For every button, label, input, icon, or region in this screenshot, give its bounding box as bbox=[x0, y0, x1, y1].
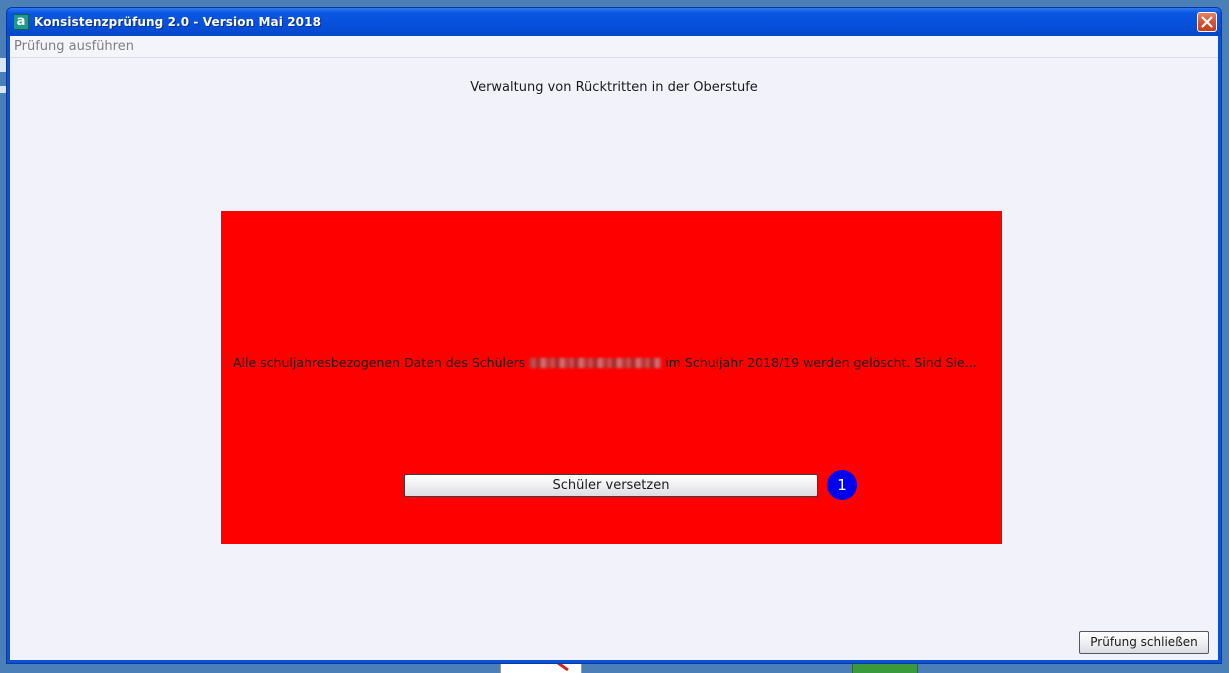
redacted-student-name bbox=[529, 358, 662, 368]
app-logo-icon: a bbox=[13, 14, 29, 30]
pruefung-schliessen-button[interactable]: Prüfung schließen bbox=[1079, 631, 1209, 654]
page-title: Verwaltung von Rücktritten in der Oberst… bbox=[470, 80, 758, 95]
warning-message: Alle schuljahresbezogenen Daten des Schü… bbox=[233, 355, 994, 370]
menu-item-pruefung-ausfuehren[interactable]: Prüfung ausführen bbox=[14, 39, 134, 54]
step-number-badge: 1 bbox=[827, 470, 857, 500]
app-window: a Konsistenzprüfung 2.0 - Version Mai 20… bbox=[6, 7, 1222, 664]
title-bar[interactable]: a Konsistenzprüfung 2.0 - Version Mai 20… bbox=[7, 8, 1221, 36]
window-title: Konsistenzprüfung 2.0 - Version Mai 2018 bbox=[34, 15, 322, 29]
desktop: a Konsistenzprüfung 2.0 - Version Mai 20… bbox=[0, 0, 1229, 673]
close-icon bbox=[1201, 16, 1213, 28]
warning-panel: Alle schuljahresbezogenen Daten des Schü… bbox=[221, 211, 1002, 544]
close-window-button[interactable] bbox=[1197, 12, 1217, 32]
window-content: Prüfung ausführen Verwaltung von Rücktri… bbox=[10, 36, 1218, 660]
menu-bar: Prüfung ausführen bbox=[10, 36, 1218, 58]
warning-message-end: im Schuljahr 2018/19 werden gelöscht. Si… bbox=[665, 355, 977, 370]
warning-message-start: Alle schuljahresbezogenen Daten des Schü… bbox=[233, 355, 526, 370]
schueler-versetzen-button[interactable]: Schüler versetzen bbox=[404, 474, 818, 497]
